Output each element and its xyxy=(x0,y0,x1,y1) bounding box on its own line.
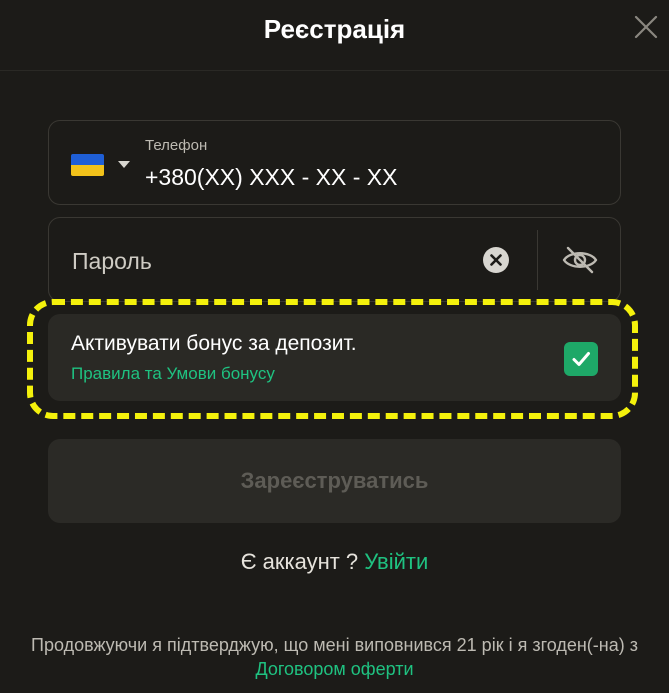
clear-icon xyxy=(483,247,509,273)
close-button[interactable] xyxy=(633,14,659,40)
offer-agreement-link[interactable]: Договором оферти xyxy=(255,659,413,679)
phone-label: Телефон xyxy=(145,137,208,154)
bonus-label: Активувати бонус за депозит. xyxy=(71,332,357,355)
password-input[interactable]: Пароль xyxy=(72,247,152,275)
login-link[interactable]: Увійти xyxy=(364,549,428,574)
login-row: Є аккаунт ? Увійти xyxy=(0,549,669,575)
ukraine-flag-icon[interactable] xyxy=(71,154,104,176)
registration-modal: Реєстрація Телефон +380(XX) XXX - XX - X… xyxy=(0,0,669,693)
modal-title: Реєстрація xyxy=(263,14,406,44)
register-button[interactable]: Зареєструватись xyxy=(48,439,621,523)
login-prompt: Є аккаунт ? xyxy=(240,549,359,574)
terms-text: Продовжуючи я підтверджую, що мені випов… xyxy=(31,635,638,655)
phone-input[interactable]: +380(XX) XXX - XX - XX xyxy=(145,163,397,191)
phone-field[interactable]: Телефон +380(XX) XXX - XX - XX xyxy=(48,120,621,205)
eye-off-icon xyxy=(562,246,598,274)
bonus-terms-link[interactable]: Правила та Умови бонусу xyxy=(71,364,275,384)
country-dropdown-caret-icon[interactable] xyxy=(118,161,130,168)
bonus-option[interactable]: Активувати бонус за депозит. Правила та … xyxy=(48,314,621,401)
toggle-password-visibility-button[interactable] xyxy=(561,244,599,276)
close-icon xyxy=(634,15,658,39)
modal-header: Реєстрація xyxy=(0,0,669,71)
clear-password-button[interactable] xyxy=(483,247,509,273)
password-field[interactable]: Пароль xyxy=(48,217,621,302)
checkmark-icon xyxy=(572,352,590,366)
terms-notice: Продовжуючи я підтверджую, що мені випов… xyxy=(30,633,639,681)
field-divider xyxy=(537,230,538,290)
bonus-checkbox[interactable] xyxy=(564,342,598,376)
